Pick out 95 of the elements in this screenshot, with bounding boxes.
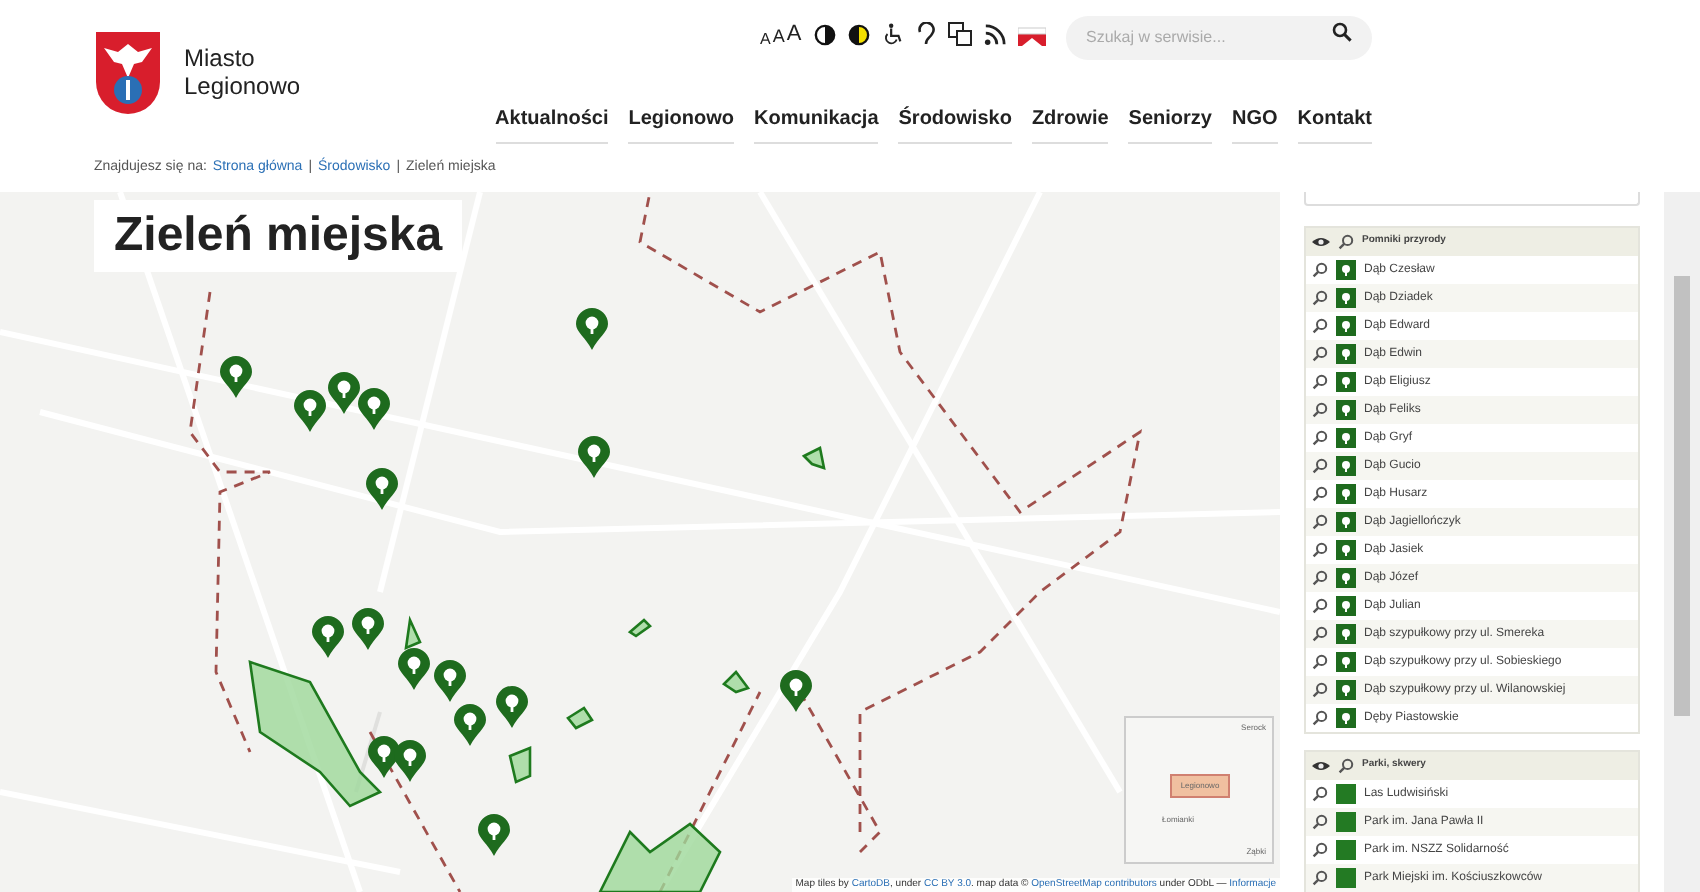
tree-marker-icon: [1336, 456, 1356, 476]
nav-link[interactable]: Legionowo: [628, 104, 735, 144]
eye-icon[interactable]: [1312, 236, 1330, 248]
zoom-icon[interactable]: [1312, 842, 1328, 858]
tree-marker-icon: [1336, 344, 1356, 364]
city-name: Legionowo: [184, 72, 301, 100]
city-name: Miasto: [184, 44, 257, 72]
tree-marker-icon[interactable]: [312, 616, 344, 658]
zoom-icon[interactable]: [1338, 758, 1354, 774]
tree-marker-icon[interactable]: [576, 308, 608, 350]
park-area-shape[interactable]: [721, 670, 751, 694]
tree-marker-icon: [1336, 288, 1356, 308]
tree-marker-icon: [1336, 708, 1356, 728]
park-area-shape[interactable]: [566, 706, 594, 730]
tree-marker-icon: [1336, 596, 1356, 616]
scrollbar[interactable]: [1664, 192, 1700, 892]
zoom-icon[interactable]: [1312, 542, 1328, 558]
eye-icon[interactable]: [1312, 760, 1330, 772]
scrollbar-thumb[interactable]: [1674, 276, 1690, 716]
zoom-icon[interactable]: [1312, 318, 1328, 334]
tree-marker-icon: [1336, 624, 1356, 644]
zoom-icon[interactable]: [1312, 290, 1328, 306]
park-area-shape[interactable]: [248, 660, 383, 808]
wheelchair-icon[interactable]: [881, 22, 904, 47]
font-size-button[interactable]: A: [772, 24, 785, 51]
tree-marker-icon[interactable]: [478, 814, 510, 856]
tree-marker-icon[interactable]: [328, 372, 360, 414]
zoom-icon[interactable]: [1312, 814, 1328, 830]
translate-icon[interactable]: [947, 22, 972, 47]
tree-marker-icon[interactable]: [366, 468, 398, 510]
rss-icon[interactable]: [983, 23, 1006, 46]
nav-link[interactable]: Seniorzy: [1128, 104, 1212, 144]
nav-link[interactable]: Kontakt: [1297, 104, 1372, 144]
nav-link[interactable]: Komunikacja: [754, 104, 879, 144]
tree-marker-icon[interactable]: [434, 660, 466, 702]
tree-marker-icon[interactable]: [358, 388, 390, 430]
tree-marker-icon[interactable]: [352, 608, 384, 650]
search-icon[interactable]: [1332, 22, 1352, 42]
contrast-icon[interactable]: [813, 23, 836, 46]
zoom-icon[interactable]: [1312, 598, 1328, 614]
page-title: Zieleń miejska: [114, 206, 443, 266]
nav-link[interactable]: NGO: [1231, 104, 1278, 144]
zoom-icon[interactable]: [1312, 626, 1328, 642]
area-swatch-icon: [1336, 868, 1356, 888]
search-field[interactable]: Szukaj w serwisie...: [1066, 15, 1372, 59]
park-area-shape[interactable]: [627, 618, 652, 638]
tree-marker-icon: [1336, 652, 1356, 672]
tree-marker-icon: [1336, 316, 1356, 336]
tree-marker-icon: [1336, 568, 1356, 588]
font-size-button[interactable]: A: [786, 18, 802, 51]
tree-marker-icon: [1336, 540, 1356, 560]
park-area-shape[interactable]: [801, 446, 826, 470]
tree-marker-icon: [1336, 484, 1356, 504]
coat-of-arms-logo[interactable]: [94, 30, 162, 116]
zoom-icon[interactable]: [1312, 402, 1328, 418]
nav-link[interactable]: Środowisko: [898, 104, 1012, 144]
tree-marker-icon[interactable]: [496, 686, 528, 728]
zoom-icon[interactable]: [1312, 710, 1328, 726]
tree-marker-icon[interactable]: [294, 390, 326, 432]
zoom-icon[interactable]: [1338, 234, 1354, 250]
tree-marker-icon[interactable]: [578, 436, 610, 478]
tree-marker-icon[interactable]: [220, 356, 252, 398]
tree-marker-icon: [1336, 260, 1356, 280]
nav-link[interactable]: Zdrowie: [1031, 104, 1109, 144]
park-area-shape[interactable]: [508, 746, 532, 784]
zoom-icon[interactable]: [1312, 786, 1328, 802]
zoom-icon[interactable]: [1312, 514, 1328, 530]
tree-marker-icon: [1336, 680, 1356, 700]
zoom-icon[interactable]: [1312, 374, 1328, 390]
tree-marker-icon: [1336, 400, 1356, 420]
area-swatch-icon: [1336, 784, 1356, 804]
contrast-icon[interactable]: [847, 23, 870, 46]
zoom-icon[interactable]: [1312, 682, 1328, 698]
tree-marker-icon: [1336, 372, 1356, 392]
zoom-icon[interactable]: [1312, 262, 1328, 278]
tree-marker-icon[interactable]: [394, 740, 426, 782]
tree-marker-icon[interactable]: [398, 648, 430, 690]
zoom-icon[interactable]: [1312, 458, 1328, 474]
zoom-icon[interactable]: [1312, 346, 1328, 362]
tree-marker-icon[interactable]: [780, 670, 812, 712]
zoom-icon[interactable]: [1312, 430, 1328, 446]
area-swatch-icon: [1336, 840, 1356, 860]
tree-marker-icon: [1336, 428, 1356, 448]
tree-marker-icon[interactable]: [454, 704, 486, 746]
park-area-shape[interactable]: [597, 822, 722, 892]
nav-link[interactable]: Aktualności: [495, 104, 609, 144]
font-size-button[interactable]: A: [760, 27, 771, 51]
zoom-icon[interactable]: [1312, 870, 1328, 886]
zoom-icon[interactable]: [1312, 654, 1328, 670]
zoom-icon[interactable]: [1312, 570, 1328, 586]
tree-marker-icon: [1336, 512, 1356, 532]
zoom-icon[interactable]: [1312, 486, 1328, 502]
park-area-shape[interactable]: [404, 615, 422, 651]
filter-field[interactable]: [1304, 192, 1640, 206]
area-swatch-icon: [1336, 812, 1356, 832]
